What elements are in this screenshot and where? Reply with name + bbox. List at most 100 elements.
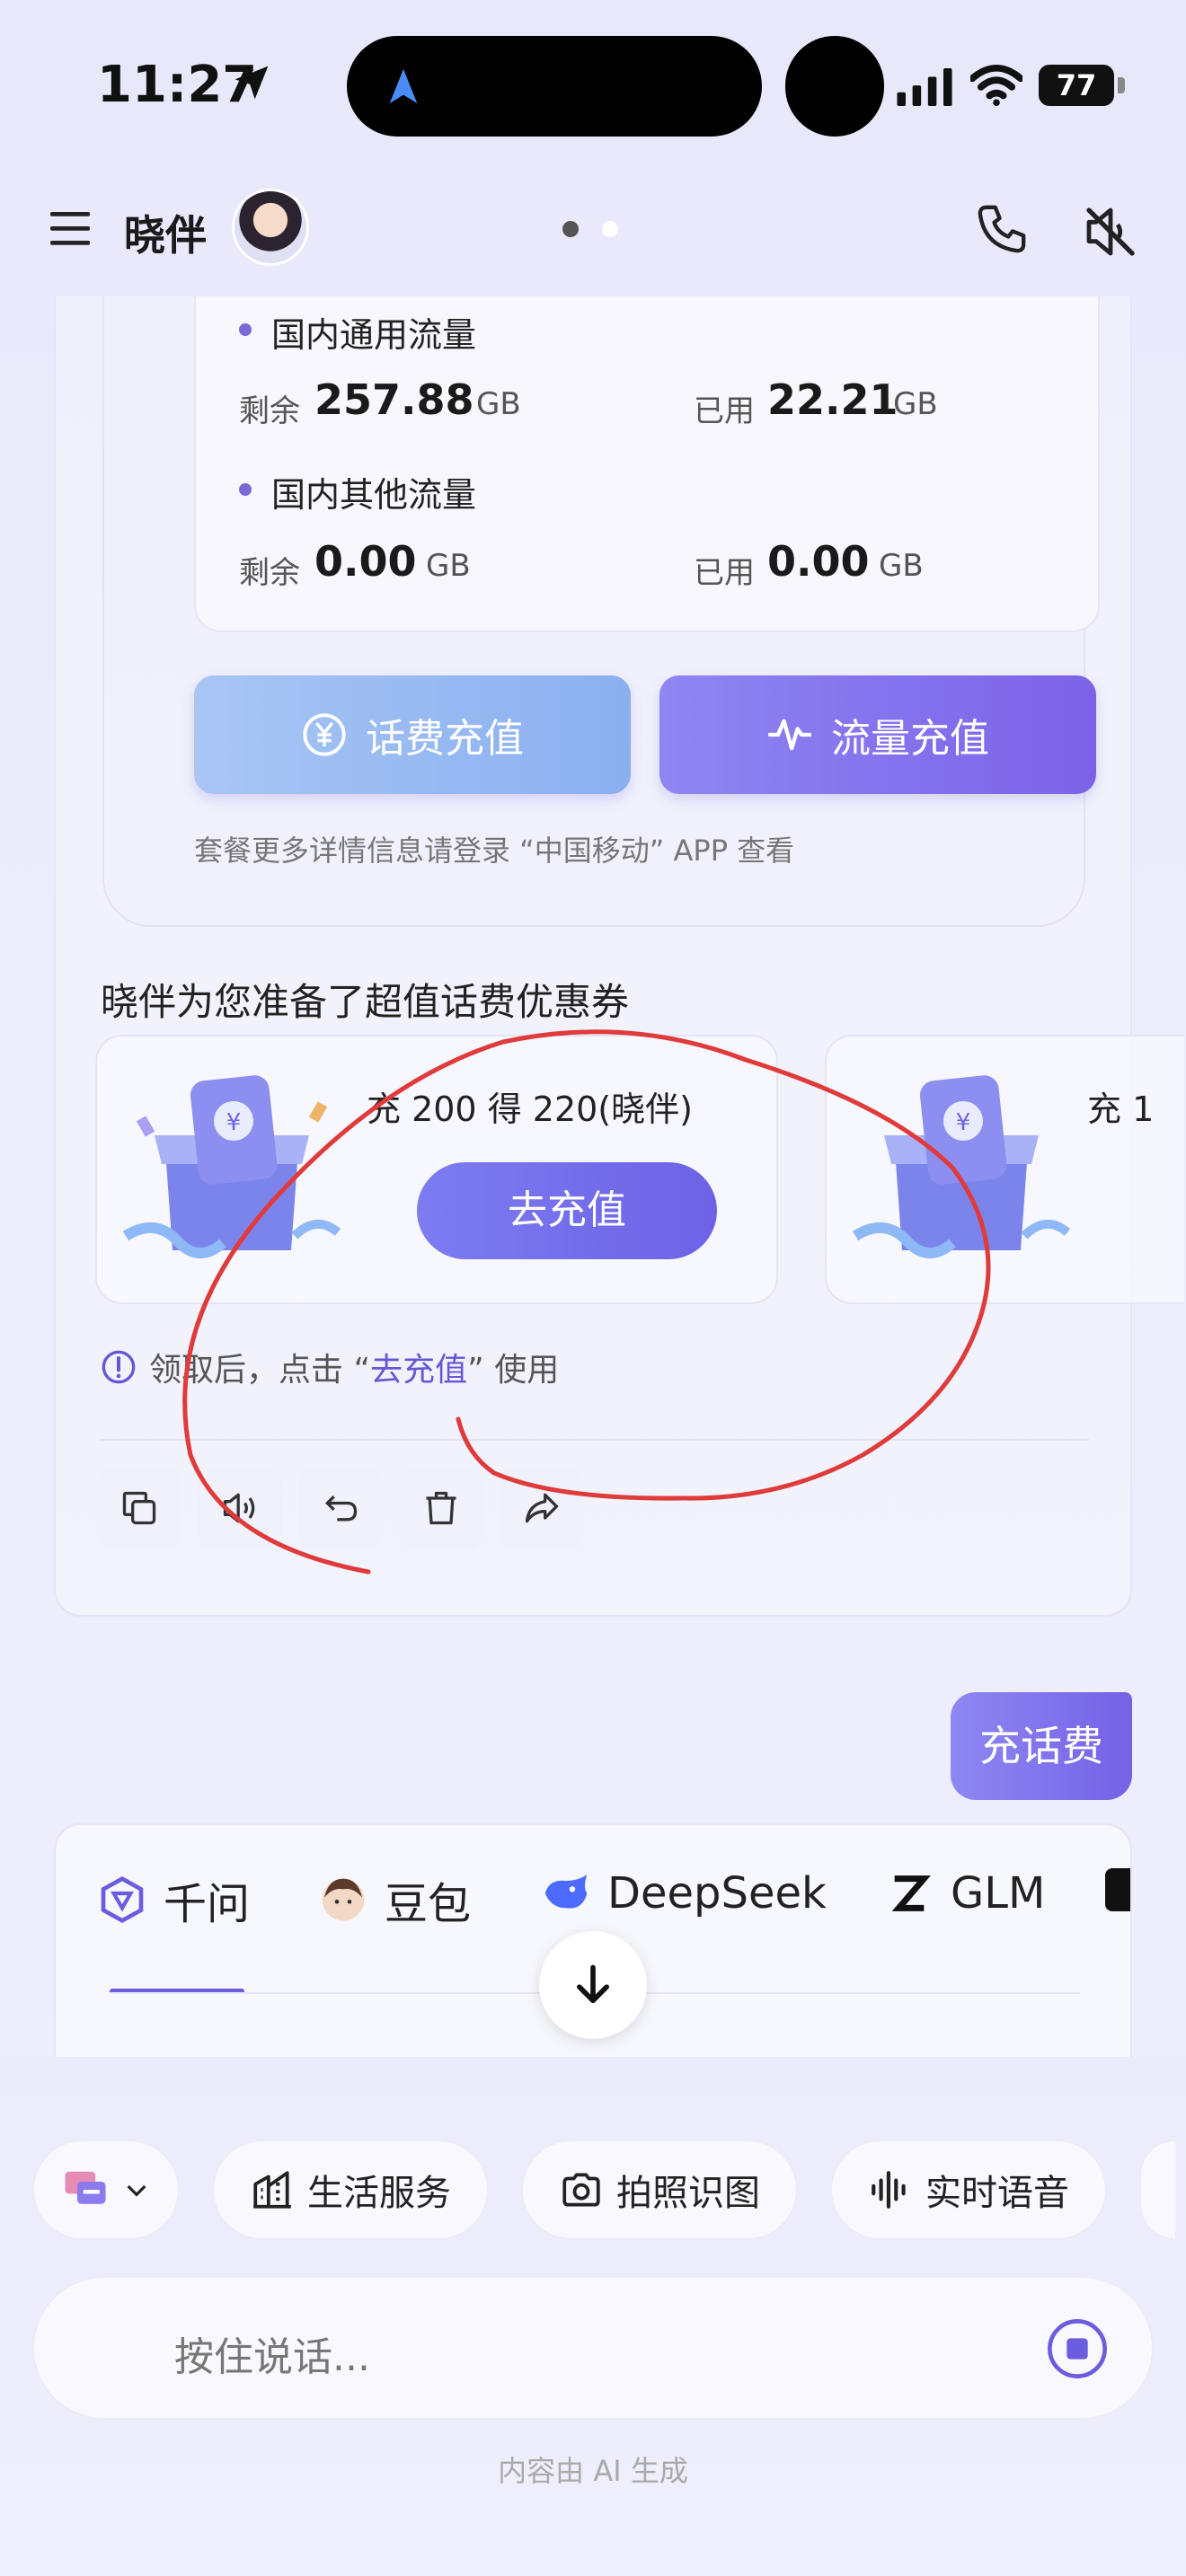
menu-icon[interactable] <box>49 207 92 250</box>
coupon-title: 充 1 <box>1087 1090 1155 1129</box>
quick-actions: 生活服务 拍照识图 实时语音 <box>32 2139 1175 2240</box>
assistant-message: 国内通用流量 剩余 257.88 GB 已用 22.21 GB 国内其他流量 剩… <box>54 296 1184 1617</box>
copy-icon <box>122 1491 156 1525</box>
undo-icon <box>324 1495 358 1522</box>
delete-button[interactable] <box>399 1466 483 1550</box>
chat-mode-selector[interactable] <box>32 2139 180 2240</box>
chip-label: 生活服务 <box>307 2173 451 2214</box>
chip-label: 实时语音 <box>925 2173 1069 2214</box>
realtime-voice-chip[interactable]: 实时语音 <box>830 2139 1107 2240</box>
building-icon <box>253 2171 291 2209</box>
chip-label: 拍照识图 <box>616 2173 760 2214</box>
tab-label: GLM <box>951 1868 1046 1919</box>
used-label: 已用 <box>694 393 755 429</box>
camera-icon <box>562 2173 600 2207</box>
app-header: 晓伴 <box>0 171 1186 296</box>
coupon-card[interactable]: ¥ 充 200 得 220(晓伴) 去充值 <box>95 1035 778 1304</box>
remain-unit: GB <box>426 548 471 584</box>
stop-icon[interactable] <box>1046 2317 1109 2380</box>
phone-icon[interactable] <box>976 203 1028 255</box>
tab-more-model[interactable] <box>1105 1868 1130 1911</box>
regenerate-button[interactable] <box>298 1466 383 1550</box>
bullet <box>239 483 252 496</box>
hint-suffix: ” 使用 <box>467 1352 560 1389</box>
used-unit: GB <box>893 386 938 422</box>
tab-label: 豆包 <box>385 1879 472 1929</box>
hint-prefix: 领取后，点击 “ <box>149 1352 371 1389</box>
fee-recharge-button[interactable]: 话费充值 <box>194 675 631 794</box>
battery-level: 77 <box>1039 65 1114 106</box>
waveform-icon <box>872 2171 906 2209</box>
share-button[interactable] <box>500 1466 584 1550</box>
user-message: 充话费 <box>951 1692 1132 1800</box>
remain-unit: GB <box>476 386 521 422</box>
fee-recharge-label: 话费充值 <box>366 716 524 762</box>
tab-label: DeepSeek <box>607 1868 827 1919</box>
domestic-other-title: 国内其他流量 <box>271 475 477 515</box>
chevron-down-icon <box>127 2184 146 2197</box>
plan-note: 套餐更多详情信息请登录 “中国移动” APP 查看 <box>194 834 795 868</box>
coupon-heading: 晓伴为您准备了超值话费优惠券 <box>101 980 630 1024</box>
hint-link[interactable]: 去充值 <box>370 1352 467 1389</box>
status-bar: 11:27 77 <box>0 0 1186 171</box>
arrow-down-icon <box>577 1964 609 2004</box>
speaker-icon <box>223 1493 255 1523</box>
tab-glm[interactable]: GLM <box>884 1868 1045 1919</box>
info-icon <box>102 1350 136 1384</box>
flow-recharge-button[interactable]: 流量充值 <box>659 675 1096 794</box>
location-arrow-icon <box>235 66 269 100</box>
copy-button[interactable] <box>97 1466 181 1550</box>
bullet <box>239 323 252 336</box>
domestic-other-used: 0.00 <box>767 537 870 586</box>
gift-box-icon: ¥ <box>852 1075 1071 1259</box>
chat-area[interactable]: 国内通用流量 剩余 257.88 GB 已用 22.21 GB 国内其他流量 剩… <box>0 296 1186 2057</box>
domestic-general-title: 国内通用流量 <box>271 315 477 355</box>
gift-box-icon: ¥ <box>122 1075 341 1259</box>
domestic-general-remain: 257.88 <box>314 375 474 424</box>
doubao-icon <box>322 1878 365 1921</box>
battery-tip <box>1118 77 1125 93</box>
share-arrow-icon <box>525 1493 559 1523</box>
camera-cutout <box>785 36 884 137</box>
voice-placeholder: 按住说话... <box>174 2334 370 2380</box>
ai-disclaimer: 内容由 AI 生成 <box>498 2454 688 2488</box>
cellular-signal-icon <box>897 68 952 106</box>
svg-text:¥: ¥ <box>956 1109 971 1136</box>
read-aloud-button[interactable] <box>198 1466 282 1550</box>
navigation-icon <box>389 68 418 104</box>
used-unit: GB <box>879 548 924 584</box>
coupon-title: 充 200 得 220(晓伴) <box>367 1090 693 1129</box>
message-actions <box>97 1466 584 1550</box>
page-indicator <box>562 221 625 239</box>
go-recharge-button[interactable]: 去充值 <box>417 1162 717 1259</box>
more-chip[interactable] <box>1139 2139 1175 2240</box>
bottom-panel: 生活服务 拍照识图 实时语音 按住说话... 内容由 AI 生成 <box>0 2057 1186 2576</box>
tab-deepseek[interactable]: DeepSeek <box>541 1868 827 1919</box>
speaker-mute-icon[interactable] <box>1082 203 1139 260</box>
dynamic-island <box>347 36 762 137</box>
domestic-other-remain: 0.00 <box>314 537 417 586</box>
coupon-hint: 领取后，点击 “去充值” 使用 <box>101 1344 559 1390</box>
hold-to-talk-input[interactable]: 按住说话... <box>32 2276 1154 2420</box>
life-service-chip[interactable]: 生活服务 <box>212 2139 489 2240</box>
tab-qwen[interactable]: 千问 <box>97 1868 250 1931</box>
qwen-icon <box>101 1875 144 1924</box>
deepseek-icon <box>544 1875 588 1909</box>
coupon-card[interactable]: ¥ 充 1 <box>825 1035 1184 1304</box>
wifi-icon <box>970 65 1022 106</box>
scroll-to-bottom-button[interactable] <box>539 1931 647 2039</box>
data-usage-card: 国内通用流量 剩余 257.88 GB 已用 22.21 GB 国内其他流量 剩… <box>194 296 1100 632</box>
tab-doubao[interactable]: 豆包 <box>318 1868 471 1931</box>
pulse-icon <box>768 719 811 751</box>
plan-card: 国内通用流量 剩余 257.88 GB 已用 22.21 GB 国内其他流量 剩… <box>102 296 1100 927</box>
tab-label: 千问 <box>164 1879 251 1929</box>
divider <box>101 1439 1089 1441</box>
assistant-avatar[interactable] <box>232 189 309 266</box>
trash-icon <box>426 1491 456 1525</box>
app-title: 晓伴 <box>124 211 207 260</box>
page-dot-inactive[interactable] <box>602 221 618 237</box>
photo-recognition-chip[interactable]: 拍照识图 <box>521 2139 798 2240</box>
domestic-general-used: 22.21 <box>767 375 898 424</box>
kimi-icon <box>1105 1868 1130 1911</box>
used-label: 已用 <box>694 555 755 591</box>
